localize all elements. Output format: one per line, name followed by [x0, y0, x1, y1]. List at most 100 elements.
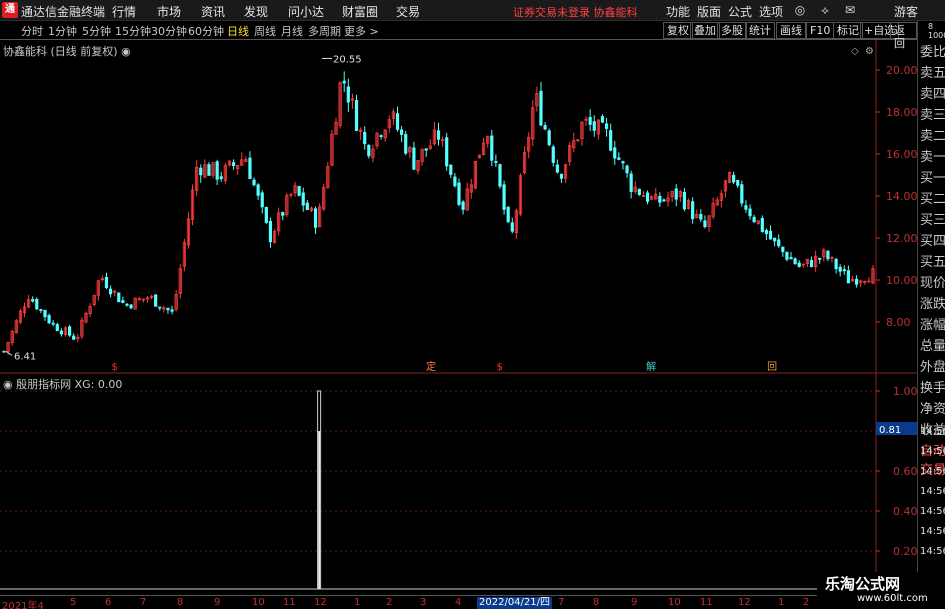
time-axis-label: 2021年4 [2, 601, 44, 609]
candle-body [129, 304, 133, 309]
time-axis-label: 8 [177, 597, 184, 608]
candle-body [768, 230, 773, 240]
time-axis-label: 9 [631, 597, 638, 608]
menu-options[interactable]: 选项 [759, 3, 783, 20]
candle-body [342, 80, 346, 84]
tab-5min[interactable]: 5分钟 [82, 23, 111, 39]
candle-body [313, 208, 318, 228]
menu-layout[interactable]: 版面 [697, 3, 721, 20]
candle-body [752, 216, 756, 223]
menu-news[interactable]: 资讯 [201, 3, 225, 20]
tab-60min[interactable]: 60分钟 [188, 23, 224, 39]
f10-button[interactable]: F10 [806, 22, 835, 39]
tab-15min[interactable]: 15分钟 [115, 23, 151, 39]
candle-body [31, 299, 35, 302]
candle-body [592, 121, 596, 131]
trade-time: 14:56 [920, 446, 945, 457]
candle-body [154, 294, 158, 307]
overlay-button[interactable]: 叠加 [690, 22, 720, 39]
time-axis-label: 12 [314, 597, 327, 608]
candle-body [510, 222, 514, 232]
candle-body [691, 201, 695, 220]
candle-body [502, 184, 506, 210]
price-tick-label: 12.00 [886, 232, 917, 245]
tab-daily[interactable]: 日线 [227, 23, 249, 39]
mark-button[interactable]: 标记 [833, 22, 863, 39]
indicator-title: ◉ 殷朋指标网 XG: 0.00 [3, 378, 123, 391]
time-axis: 2021年4 5 6 7 8 9 10 11 12 1 2 3 4 7 8 9 10 11 12 1 2 [0, 595, 917, 609]
period-toolbar: 分时 1分钟 5分钟 15分钟 30分钟 60分钟 日线 周线 月线 多周期 更… [0, 21, 917, 50]
candlestick-chart[interactable]: 20.00 18.00 16.00 14.00 12.00 10.00 8.00 20.55 6… [0, 40, 917, 374]
time-axis-label: 1 [354, 597, 361, 608]
headset-icon[interactable]: ◎ [793, 3, 807, 17]
title-bar: 通 通达信金融终端 行情 市场 资讯 发现 问小达 财富圈 交易 证券交易未登录… [0, 0, 945, 21]
adjust-button[interactable]: 复权 [663, 22, 693, 39]
tab-30min[interactable]: 30分钟 [151, 23, 187, 39]
trade-time: 14:56 [920, 546, 945, 557]
tab-monthly[interactable]: 月线 [281, 23, 303, 39]
time-axis-label: 12 [738, 597, 751, 608]
tab-weekly[interactable]: 周线 [254, 23, 276, 39]
indicator-chart[interactable]: 1.000.800.600.400.200.81 [0, 374, 917, 595]
candle-body [2, 350, 6, 353]
panel-item-15: 外盘 [920, 360, 945, 375]
candle-body [793, 258, 797, 265]
tab-1min[interactable]: 1分钟 [48, 23, 77, 39]
menu-wealth[interactable]: 财富圈 [342, 3, 378, 20]
menu-guest[interactable]: 游客 [894, 3, 918, 20]
tab-multi-period[interactable]: 多周期 [308, 23, 341, 39]
price-tick-label: 8.00 [886, 316, 911, 329]
candle-body [773, 237, 777, 242]
login-notice[interactable]: 证券交易未登录 协鑫能科 [513, 4, 638, 20]
candle-body [166, 307, 170, 311]
candle-body [59, 330, 63, 335]
candle-body [260, 192, 264, 208]
skin-icon[interactable]: ⟡ [818, 3, 832, 17]
menu-market[interactable]: 市场 [157, 3, 181, 20]
panel-item-13: 涨幅 [920, 318, 945, 333]
event-marker: 回 [767, 361, 777, 373]
menu-formula[interactable]: 公式 [728, 3, 752, 20]
mail-icon[interactable]: ✉ [843, 3, 857, 17]
candle-body [506, 206, 510, 223]
menu-assistant[interactable]: 问小达 [288, 3, 324, 20]
menu-quotes[interactable]: 行情 [112, 3, 136, 20]
time-axis-label: 11 [700, 597, 713, 608]
menu-trade[interactable]: 交易 [396, 3, 420, 20]
menu-discover[interactable]: 发现 [244, 3, 268, 20]
diamond-icon: ◇ [851, 46, 859, 57]
stats-button[interactable]: 统计 [745, 22, 775, 39]
candle-body [461, 201, 465, 210]
candle-body [777, 239, 781, 247]
candle-body [846, 270, 851, 284]
candle-body [281, 212, 285, 216]
panel-item-2: 卖四 [920, 87, 945, 102]
candle-body [674, 188, 678, 200]
candle-body [703, 220, 707, 228]
candle-body [445, 137, 449, 167]
candle-body [268, 220, 273, 243]
candle-body [379, 135, 383, 138]
candle-body [104, 276, 109, 289]
indicator-tick-label: 1.00 [893, 385, 917, 398]
candle-body [732, 174, 736, 183]
menu-function[interactable]: 功能 [666, 3, 690, 20]
time-axis-label: 6 [105, 597, 112, 608]
candle-body [170, 309, 174, 312]
candle-body [39, 309, 43, 311]
candle-body [301, 192, 305, 206]
candle-body [43, 309, 47, 318]
tab-intraday[interactable]: 分时 [21, 23, 43, 39]
time-axis-label: 7 [558, 597, 565, 608]
event-marker: $ [497, 362, 503, 373]
multi-stock-button[interactable]: 多股 [717, 22, 747, 39]
panel-item-8: 买三 [920, 213, 945, 228]
candle-body [108, 288, 113, 295]
candle-body [453, 176, 457, 187]
panel-item-10: 买五 [920, 255, 945, 270]
draw-line-button[interactable]: 画线 [776, 22, 806, 39]
candle-body [543, 125, 547, 130]
candle-body [404, 134, 408, 154]
back-button[interactable]: 返回 [890, 22, 917, 50]
tab-more[interactable]: 更多 > [344, 23, 379, 39]
